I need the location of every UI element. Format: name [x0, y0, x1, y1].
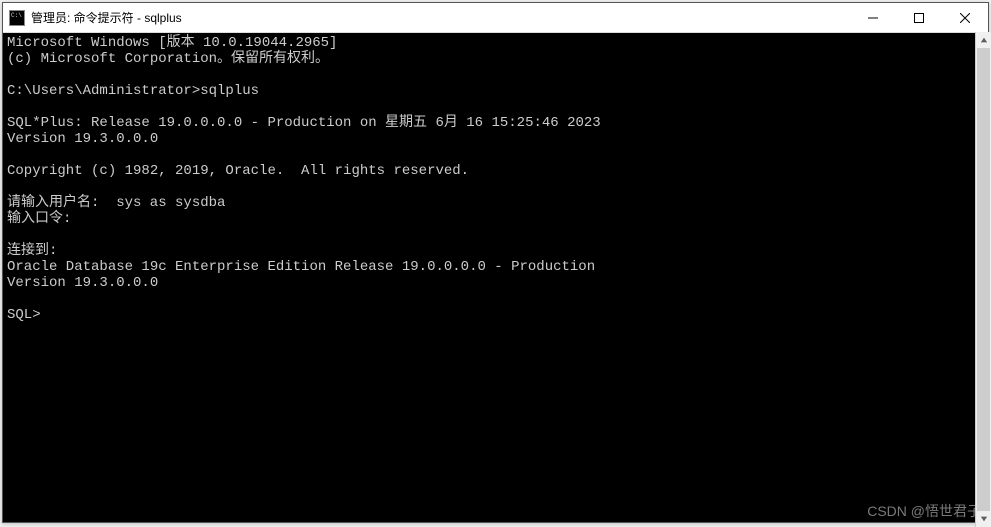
chevron-up-icon [980, 36, 988, 44]
window-controls [850, 3, 988, 32]
terminal-line: SQL*Plus: Release 19.0.0.0.0 - Productio… [7, 115, 984, 131]
terminal-line [7, 179, 984, 195]
terminal-line: Microsoft Windows [版本 10.0.19044.2965] [7, 35, 984, 51]
close-icon [960, 13, 970, 23]
window-frame: 管理员: 命令提示符 - sqlplus Microsoft Windows [… [2, 2, 989, 523]
close-button[interactable] [942, 3, 988, 32]
minimize-icon [868, 13, 878, 23]
scroll-thumb[interactable] [977, 48, 990, 511]
terminal-line [7, 227, 984, 243]
minimize-button[interactable] [850, 3, 896, 32]
maximize-button[interactable] [896, 3, 942, 32]
window-title: 管理员: 命令提示符 - sqlplus [31, 9, 850, 26]
chevron-down-icon [980, 515, 988, 523]
terminal-line [7, 99, 984, 115]
terminal-line: C:\Users\Administrator>sqlplus [7, 83, 984, 99]
terminal-line: Copyright (c) 1982, 2019, Oracle. All ri… [7, 163, 984, 179]
terminal-line: 请输入用户名: sys as sysdba [7, 195, 984, 211]
terminal-line [7, 147, 984, 163]
terminal-line: (c) Microsoft Corporation。保留所有权利。 [7, 51, 984, 67]
titlebar[interactable]: 管理员: 命令提示符 - sqlplus [3, 3, 988, 33]
scroll-up-button[interactable] [976, 32, 991, 48]
scroll-track[interactable] [976, 48, 991, 511]
terminal-line: SQL> [7, 307, 984, 323]
terminal-output[interactable]: Microsoft Windows [版本 10.0.19044.2965](c… [3, 33, 988, 522]
vertical-scrollbar[interactable] [975, 32, 991, 527]
maximize-icon [914, 13, 924, 23]
terminal-line: Oracle Database 19c Enterprise Edition R… [7, 259, 984, 275]
terminal-line [7, 67, 984, 83]
cmd-icon [9, 10, 25, 26]
terminal-line: Version 19.3.0.0.0 [7, 131, 984, 147]
terminal-line: 连接到: [7, 243, 984, 259]
terminal-line: 输入口令: [7, 211, 984, 227]
terminal-line [7, 291, 984, 307]
terminal-line: Version 19.3.0.0.0 [7, 275, 984, 291]
